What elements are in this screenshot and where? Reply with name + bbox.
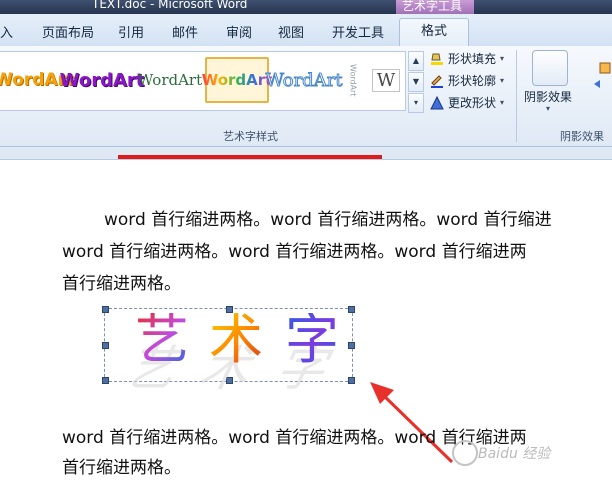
tab-insert[interactable]: 入 — [0, 22, 13, 41]
ribbon: WordArt WordArt WordArt WordArt WordArt … — [0, 46, 612, 147]
shape-outline-button[interactable]: 形状轮廓 ▾ — [430, 72, 504, 89]
chevron-down-icon: ▾ — [500, 54, 505, 63]
shadow-effect-button[interactable] — [532, 50, 568, 86]
wordart-style-6-vertical[interactable]: WordArt — [340, 58, 366, 102]
title-bar: TEXT.doc - Microsoft Word 艺术字工具 — [0, 0, 612, 14]
gallery-scroll-down-button[interactable]: ▼ — [408, 72, 424, 92]
tab-references[interactable]: 引用 — [118, 22, 144, 41]
shape-fill-button[interactable]: 形状填充 ▾ — [430, 50, 504, 67]
chevron-down-icon: ▾ — [500, 76, 505, 85]
resize-handle[interactable] — [102, 377, 109, 384]
wordart-char: 术 — [209, 308, 263, 371]
tab-mailings[interactable]: 邮件 — [172, 22, 198, 41]
window-title: TEXT.doc - Microsoft Word — [92, 0, 248, 11]
paragraph-2-line-2: 首行缩进两格。 — [62, 458, 181, 478]
tab-page-layout[interactable]: 页面布局 — [42, 22, 94, 41]
wordart-style-1[interactable]: WordArt — [0, 58, 74, 102]
wordart-style-7[interactable]: W — [370, 58, 402, 102]
shadow-nudge-left-icon[interactable] — [590, 76, 604, 90]
wordart-styles-group-label: 艺术字样式 — [223, 130, 278, 143]
resize-handle[interactable] — [348, 377, 355, 384]
chevron-down-icon: ▾ — [500, 98, 505, 107]
tab-view[interactable]: 视图 — [278, 22, 304, 41]
red-underline-mark — [118, 155, 382, 159]
wordart-style-4-selected[interactable]: WordArt — [202, 57, 272, 103]
wordart-object[interactable]: 艺 术 字 艺 术 字 — [102, 306, 355, 397]
tab-review[interactable]: 审阅 — [226, 22, 252, 41]
change-shape-button[interactable]: 更改形状 ▾ — [430, 94, 504, 111]
shadow-effect-group-label: 阴影效果 — [560, 130, 604, 143]
group-separator — [516, 50, 517, 142]
paint-bucket-icon — [431, 53, 443, 65]
wordart-char: 字 — [285, 308, 339, 371]
wordart-style-5[interactable]: WordArt — [265, 58, 343, 102]
tab-developer[interactable]: 开发工具 — [332, 22, 384, 41]
change-shape-icon — [430, 95, 444, 109]
resize-handle[interactable] — [348, 306, 355, 313]
paragraph-1-line-1: word 首行缩进两格。word 首行缩进两格。word 首行缩进 — [104, 210, 552, 230]
resize-handle[interactable] — [102, 342, 109, 349]
wordart-styles-gallery: WordArt WordArt WordArt WordArt WordArt … — [0, 51, 406, 111]
shadow-nudge-up-icon[interactable] — [598, 60, 612, 74]
shadow-effect-button-label[interactable]: 阴影效果 — [524, 88, 572, 105]
ribbon-tab-bar: 入 页面布局 引用 邮件 审阅 视图 开发工具 格式 — [0, 14, 612, 47]
gallery-scroll: ▲ ▼ ▾ — [408, 51, 424, 113]
paragraph-1-line-2: word 首行缩进两格。word 首行缩进两格。word 首行缩进两 — [62, 242, 527, 262]
baidu-watermark-icon — [452, 440, 478, 466]
watermark: Baidu 经验 — [478, 446, 551, 462]
contextual-tab-group: 艺术字工具 — [396, 0, 474, 14]
gallery-scroll-up-button[interactable]: ▲ — [408, 51, 424, 71]
tab-format[interactable]: 格式 — [399, 18, 469, 47]
resize-handle[interactable] — [348, 342, 355, 349]
paragraph-1-line-3: 首行缩进两格。 — [62, 274, 181, 294]
pencil-icon — [431, 74, 443, 88]
wordart-char: 艺 — [135, 308, 189, 371]
chevron-down-icon: ▾ — [546, 104, 551, 113]
wordart-style-2[interactable]: WordArt — [60, 58, 145, 102]
contextual-tab-group-label: 艺术字工具 — [402, 0, 463, 13]
wordart-style-3[interactable]: WordArt — [138, 58, 202, 102]
gallery-more-button[interactable]: ▾ — [408, 93, 424, 113]
resize-handle[interactable] — [102, 306, 109, 313]
